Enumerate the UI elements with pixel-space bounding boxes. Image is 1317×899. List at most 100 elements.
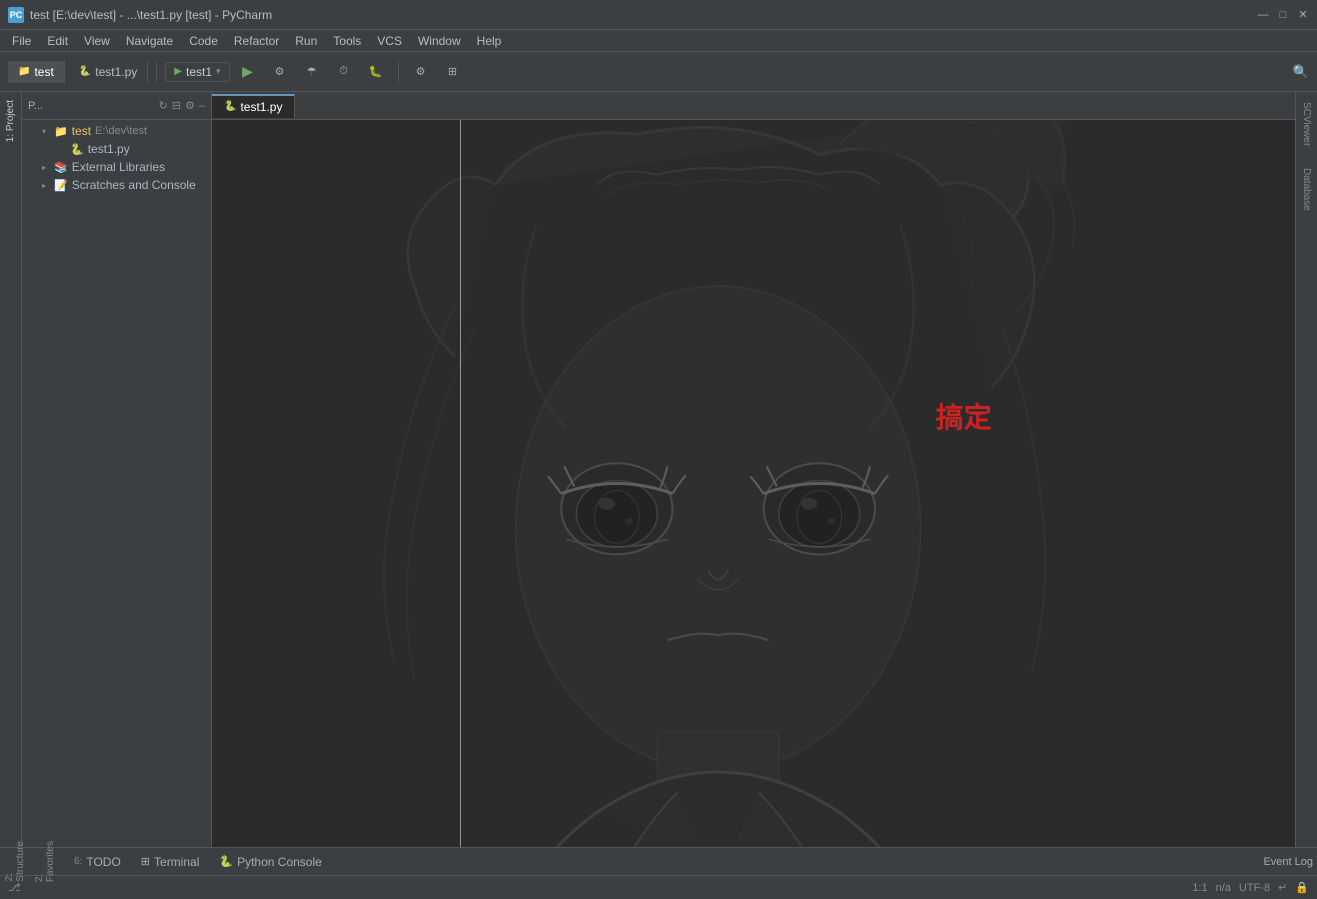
favorites-tab[interactable]: 2: Favorites xyxy=(34,841,56,882)
bottom-tab-todo[interactable]: 6: TODO xyxy=(64,851,131,873)
tree-label-ext: External Libraries xyxy=(72,160,165,174)
anime-background: 搞定 xyxy=(212,120,1295,847)
menu-help[interactable]: Help xyxy=(469,32,510,50)
sidebar-item-project[interactable]: 1: Project xyxy=(3,92,18,150)
run-button[interactable]: ▶ xyxy=(234,58,262,86)
cursor-position[interactable]: 1:1 xyxy=(1192,882,1207,894)
selection-info: n/a xyxy=(1216,882,1231,894)
database-tab[interactable]: Database xyxy=(1299,162,1314,217)
menu-file[interactable]: File xyxy=(4,32,39,50)
menu-run[interactable]: Run xyxy=(287,32,325,50)
maximize-button[interactable]: □ xyxy=(1277,9,1289,21)
tree-item-external-libs[interactable]: ▸ 📚 External Libraries xyxy=(22,158,211,176)
chinese-text-overlay: 搞定 xyxy=(936,396,992,436)
title-bar-controls: — □ ✕ xyxy=(1257,9,1309,21)
python-console-label: Python Console xyxy=(237,855,322,869)
editor-tab-file-icon: 🐍 xyxy=(224,101,236,112)
bottom-tab-python-console[interactable]: 🐍 Python Console xyxy=(209,851,331,873)
settings-gear-icon[interactable]: ⚙ xyxy=(185,99,195,112)
coverage-button[interactable]: ☂ xyxy=(298,58,326,86)
title-bar: PC test [E:\dev\test] - ...\test1.py [te… xyxy=(0,0,1317,30)
event-log-link[interactable]: Event Log xyxy=(1263,856,1313,868)
tree-item-scratches[interactable]: ▸ 📝 Scratches and Console xyxy=(22,176,211,194)
menu-vcs[interactable]: VCS xyxy=(369,32,410,50)
tree-arrow-root: ▾ xyxy=(42,127,54,136)
search-icon[interactable]: 🔍 xyxy=(1293,64,1309,80)
collapse-icon[interactable]: ⊟ xyxy=(172,99,181,112)
settings-button[interactable]: ⚙ xyxy=(407,58,435,86)
project-panel-header: P... ↻ ⊟ ⚙ – xyxy=(22,92,211,120)
git-icon: ⎇ xyxy=(8,881,21,894)
bottom-area: 2: Structure 2: Favorites 6: TODO ⊞ Term… xyxy=(0,847,1317,899)
python-console-icon: 🐍 xyxy=(219,855,233,868)
tree-item-test1py[interactable]: 🐍 test1.py xyxy=(22,140,211,158)
readonly-icon: 🔒 xyxy=(1295,881,1309,894)
project-tree: ▾ 📁 test E:\dev\test 🐍 test1.py ▸ 📚 Exte… xyxy=(22,120,211,847)
project-tab-file[interactable]: 🐍 test1.py xyxy=(69,61,148,83)
python-file-icon: 🐍 xyxy=(70,143,84,156)
tree-item-root[interactable]: ▾ 📁 test E:\dev\test xyxy=(22,122,211,140)
hide-panel-icon[interactable]: – xyxy=(199,100,205,112)
main-layout: 1: Project P... ↻ ⊟ ⚙ – ▾ 📁 test E:\dev\… xyxy=(0,92,1317,847)
run-config-dropdown-icon: ▾ xyxy=(216,66,221,77)
build-button[interactable]: ⚙ xyxy=(266,58,294,86)
left-vertical-strip: 1: Project xyxy=(0,92,22,847)
bottom-tabs: 2: Structure 2: Favorites 6: TODO ⊞ Term… xyxy=(0,847,1317,875)
tree-arrow-scratches: ▸ xyxy=(42,181,54,190)
project-tab-icon: 📁 xyxy=(18,66,30,77)
title-bar-left: PC test [E:\dev\test] - ...\test1.py [te… xyxy=(8,7,272,23)
menu-tools[interactable]: Tools xyxy=(325,32,369,50)
profile-button[interactable]: ⏱ xyxy=(330,58,358,86)
editor-tab-label: test1.py xyxy=(240,100,282,114)
project-tab-label: test xyxy=(34,65,53,79)
file-tab-icon: 🐍 xyxy=(79,66,91,77)
toolbar-separator-2 xyxy=(398,62,399,82)
encoding-selector[interactable]: UTF-8 xyxy=(1239,882,1270,894)
menu-bar: File Edit View Navigate Code Refactor Ru… xyxy=(0,30,1317,52)
menu-navigate[interactable]: Navigate xyxy=(118,32,181,50)
project-tab-test[interactable]: 📁 test xyxy=(8,61,65,83)
menu-code[interactable]: Code xyxy=(181,32,226,50)
bottom-tab-terminal[interactable]: ⊞ Terminal xyxy=(131,851,210,873)
scviewer-tab[interactable]: SCViewer xyxy=(1299,96,1314,152)
terminal-button[interactable]: ⊞ xyxy=(439,58,467,86)
run-config-selector[interactable]: ▶ test1 ▾ xyxy=(165,62,229,82)
editor-tab-bar: 🐍 test1.py xyxy=(212,92,1295,120)
tree-arrow-ext: ▸ xyxy=(42,163,54,172)
todo-tab-num: 6: xyxy=(74,856,82,867)
close-button[interactable]: ✕ xyxy=(1297,9,1309,21)
editor-content[interactable]: 搞定 xyxy=(212,120,1295,847)
title-bar-text: test [E:\dev\test] - ...\test1.py [test]… xyxy=(30,8,272,22)
run-config-icon: ▶ xyxy=(174,66,182,77)
menu-refactor[interactable]: Refactor xyxy=(226,32,287,50)
menu-window[interactable]: Window xyxy=(410,32,469,50)
scratches-icon: 📝 xyxy=(54,179,68,192)
structure-tab[interactable]: 2: Structure xyxy=(4,841,26,882)
line-endings-selector[interactable]: ↵ xyxy=(1278,881,1287,894)
toolbar: 📁 test 🐍 test1.py ▶ test1 ▾ ▶ ⚙ ☂ ⏱ 🐛 ⚙ … xyxy=(0,52,1317,92)
cursor-line xyxy=(460,120,461,847)
terminal-tab-icon: ⊞ xyxy=(141,855,150,868)
minimize-button[interactable]: — xyxy=(1257,9,1269,21)
tree-path-root: E:\dev\test xyxy=(95,125,147,137)
app-icon: PC xyxy=(8,7,24,23)
menu-view[interactable]: View xyxy=(76,32,118,50)
tree-label-root: test xyxy=(72,124,91,138)
debug-button[interactable]: 🐛 xyxy=(362,58,390,86)
project-panel-title: P... xyxy=(28,100,43,112)
folder-icon: 📁 xyxy=(54,125,68,138)
run-config-label: test1 xyxy=(186,65,212,79)
status-bar-right: 1:1 n/a UTF-8 ↵ 🔒 xyxy=(1192,881,1309,894)
tree-label-scratches: Scratches and Console xyxy=(72,178,196,192)
project-panel: P... ↻ ⊟ ⚙ – ▾ 📁 test E:\dev\test 🐍 test… xyxy=(22,92,212,847)
anime-art xyxy=(212,120,1295,847)
menu-edit[interactable]: Edit xyxy=(39,32,76,50)
status-bar: ⎇ 1:1 n/a UTF-8 ↵ 🔒 xyxy=(0,875,1317,899)
status-bar-left: ⎇ xyxy=(8,881,21,894)
sync-icon[interactable]: ↻ xyxy=(159,99,168,112)
tree-label-test1py: test1.py xyxy=(88,142,130,156)
terminal-tab-label: Terminal xyxy=(154,855,199,869)
right-sidebar-strip: SCViewer Database xyxy=(1295,92,1317,847)
editor-tab-test1py[interactable]: 🐍 test1.py xyxy=(212,94,295,118)
file-tab-label: test1.py xyxy=(95,65,137,79)
